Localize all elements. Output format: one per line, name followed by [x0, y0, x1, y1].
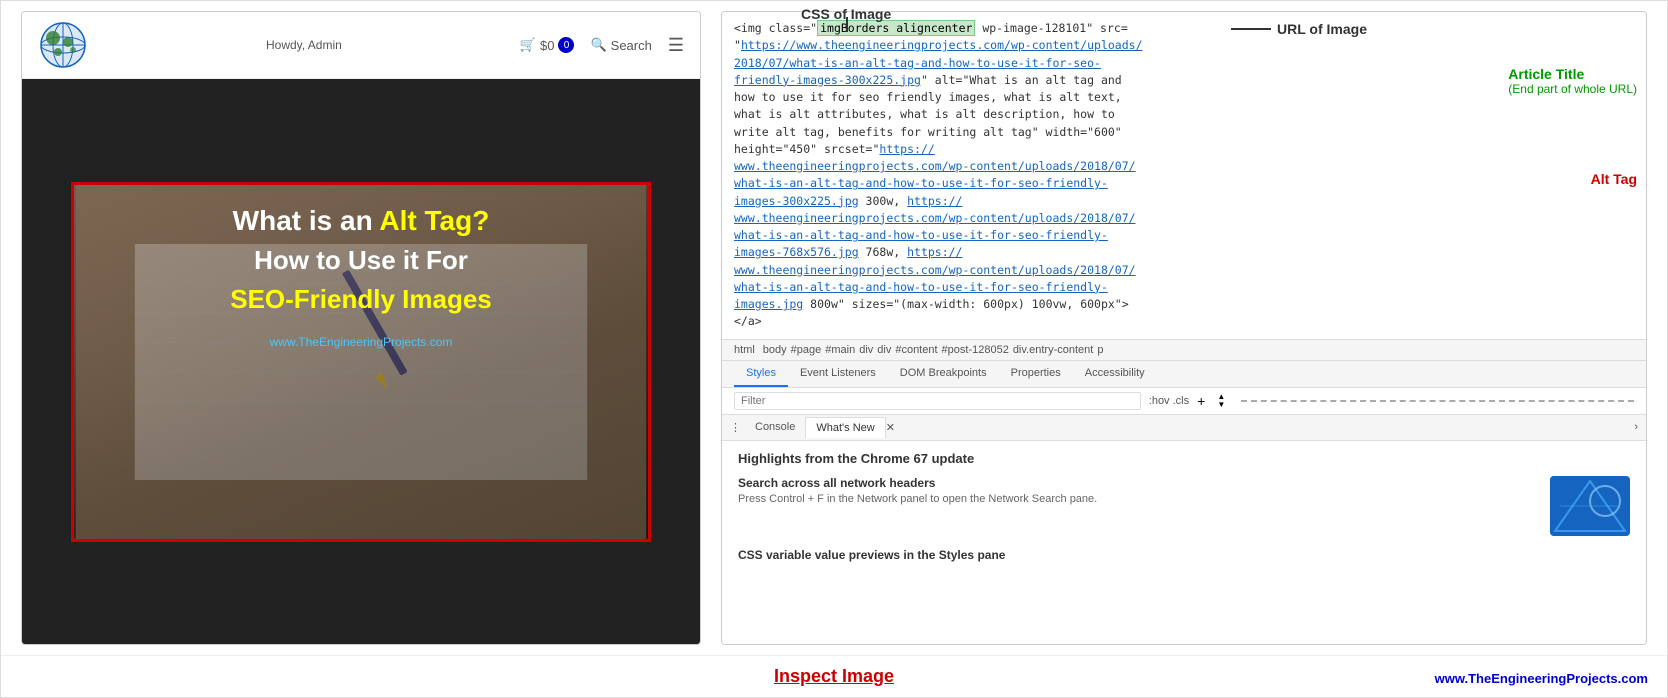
cart-badge: 0	[558, 37, 574, 53]
globe-logo	[38, 20, 88, 70]
plus-icon[interactable]: +	[1197, 393, 1205, 409]
expand-arrow[interactable]: ›	[1634, 421, 1638, 433]
devtools-panel: <img class="imgBorders aligncenter wp-im…	[721, 11, 1647, 645]
scroll-arrows[interactable]: ▲ ▼	[1217, 393, 1225, 409]
search-label: Search	[611, 38, 652, 53]
devtools-tabs: Styles Event Listeners DOM Breakpoints P…	[722, 361, 1646, 388]
breadcrumb-div2[interactable]: div	[877, 344, 891, 356]
site-header: Howdy, Admin 🛒 $0 0 🔍 Search ☰	[22, 12, 700, 79]
tab-event-listeners[interactable]: Event Listeners	[788, 361, 888, 387]
thumb-svg	[1550, 476, 1630, 536]
howdy-text: Howdy, Admin	[266, 38, 342, 52]
image-highlight: Alt Tag?	[379, 205, 489, 236]
footer-branding: www.TheEngineeringProjects.com	[1435, 671, 1648, 686]
image-watermark: www.TheEngineeringProjects.com	[94, 335, 628, 349]
breadcrumb-div1[interactable]: div	[859, 344, 873, 356]
whats-new-item-2-title: CSS variable value previews in the Style…	[738, 548, 1630, 562]
close-icon[interactable]: ✕	[886, 421, 895, 434]
devtools-filter-row: :hov .cls + ▲ ▼	[722, 388, 1646, 415]
cart-symbol: 🛒	[520, 37, 536, 53]
image-text-overlay: What is an Alt Tag? How to Use it For SE…	[74, 185, 648, 369]
whats-new-thumb	[1550, 476, 1630, 536]
image-title-line1: What is an Alt Tag?	[94, 205, 628, 237]
tab-accessibility[interactable]: Accessibility	[1073, 361, 1157, 387]
tab-properties[interactable]: Properties	[999, 361, 1073, 387]
console-tabs-row: ⋮ Console What's New ✕ ›	[722, 415, 1646, 441]
filter-input[interactable]	[734, 392, 1141, 410]
breadcrumb-p[interactable]: p	[1097, 344, 1103, 356]
image-title-line2: How to Use it For	[94, 245, 628, 276]
devtools-code-area: <img class="imgBorders aligncenter wp-im…	[722, 12, 1646, 340]
breadcrumb-entry[interactable]: div.entry-content	[1013, 344, 1094, 356]
main-container: Howdy, Admin 🛒 $0 0 🔍 Search ☰	[0, 0, 1668, 698]
website-preview: Howdy, Admin 🛒 $0 0 🔍 Search ☰	[21, 11, 701, 645]
whats-new-item-1: Search across all network headers Press …	[738, 476, 1630, 536]
hamburger-icon[interactable]: ☰	[668, 35, 684, 56]
article-image: What is an Alt Tag? How to Use it For SE…	[71, 182, 651, 542]
site-nav: 🛒 $0 0 🔍 Search ☰	[520, 35, 684, 56]
breadcrumb-content[interactable]: #content	[895, 344, 937, 356]
cart-amount: $0	[540, 38, 554, 53]
code-768w: 768w,	[859, 245, 907, 259]
search-icon: 🔍	[590, 37, 606, 53]
devtools-console-area: ⋮ Console What's New ✕ › Highlights from…	[722, 415, 1646, 645]
search-button[interactable]: 🔍 Search	[590, 37, 651, 53]
filter-hint: :hov .cls	[1149, 395, 1189, 407]
breadcrumb-page[interactable]: #page	[791, 344, 822, 356]
dashed-separator	[1241, 400, 1634, 402]
breadcrumb-body[interactable]: body	[763, 344, 787, 356]
tab-dom-breakpoints[interactable]: DOM Breakpoints	[888, 361, 999, 387]
drag-handle[interactable]: ⋮	[730, 421, 741, 434]
code-tag-start: <img class="	[734, 21, 817, 35]
content-area: Howdy, Admin 🛒 $0 0 🔍 Search ☰	[1, 1, 1667, 655]
code-highlighted: imgBorders aligncenter	[817, 20, 975, 36]
tab-styles[interactable]: Styles	[734, 361, 788, 387]
whats-new-item-1-desc: Press Control + F in the Network panel t…	[738, 493, 1540, 505]
inspect-image-link[interactable]: Inspect Image	[774, 666, 894, 686]
devtools-breadcrumb: html body #page #main div div #content #…	[722, 340, 1646, 361]
breadcrumb-post[interactable]: #post-128052	[942, 344, 1009, 356]
right-panel: CSS of Image URL of Image Article Title …	[721, 11, 1647, 645]
breadcrumb-main[interactable]: #main	[825, 344, 855, 356]
site-image-container: What is an Alt Tag? How to Use it For SE…	[22, 79, 700, 644]
cart-icon[interactable]: 🛒 $0 0	[520, 37, 575, 53]
whats-new-item-1-title: Search across all network headers	[738, 476, 1540, 490]
whats-new-content: Highlights from the Chrome 67 update Sea…	[722, 441, 1646, 645]
tab-whats-new[interactable]: What's New	[805, 417, 885, 438]
whats-new-item-2: CSS variable value previews in the Style…	[738, 548, 1630, 562]
whats-new-title: Highlights from the Chrome 67 update	[738, 451, 1630, 466]
down-arrow[interactable]: ▼	[1217, 401, 1225, 409]
tab-console[interactable]: Console	[745, 417, 805, 437]
bottom-section: Inspect Image	[1, 655, 1667, 697]
code-300w: 300w,	[859, 194, 907, 208]
breadcrumb-html[interactable]: html	[734, 344, 755, 356]
image-title-line3: SEO-Friendly Images	[94, 284, 628, 315]
